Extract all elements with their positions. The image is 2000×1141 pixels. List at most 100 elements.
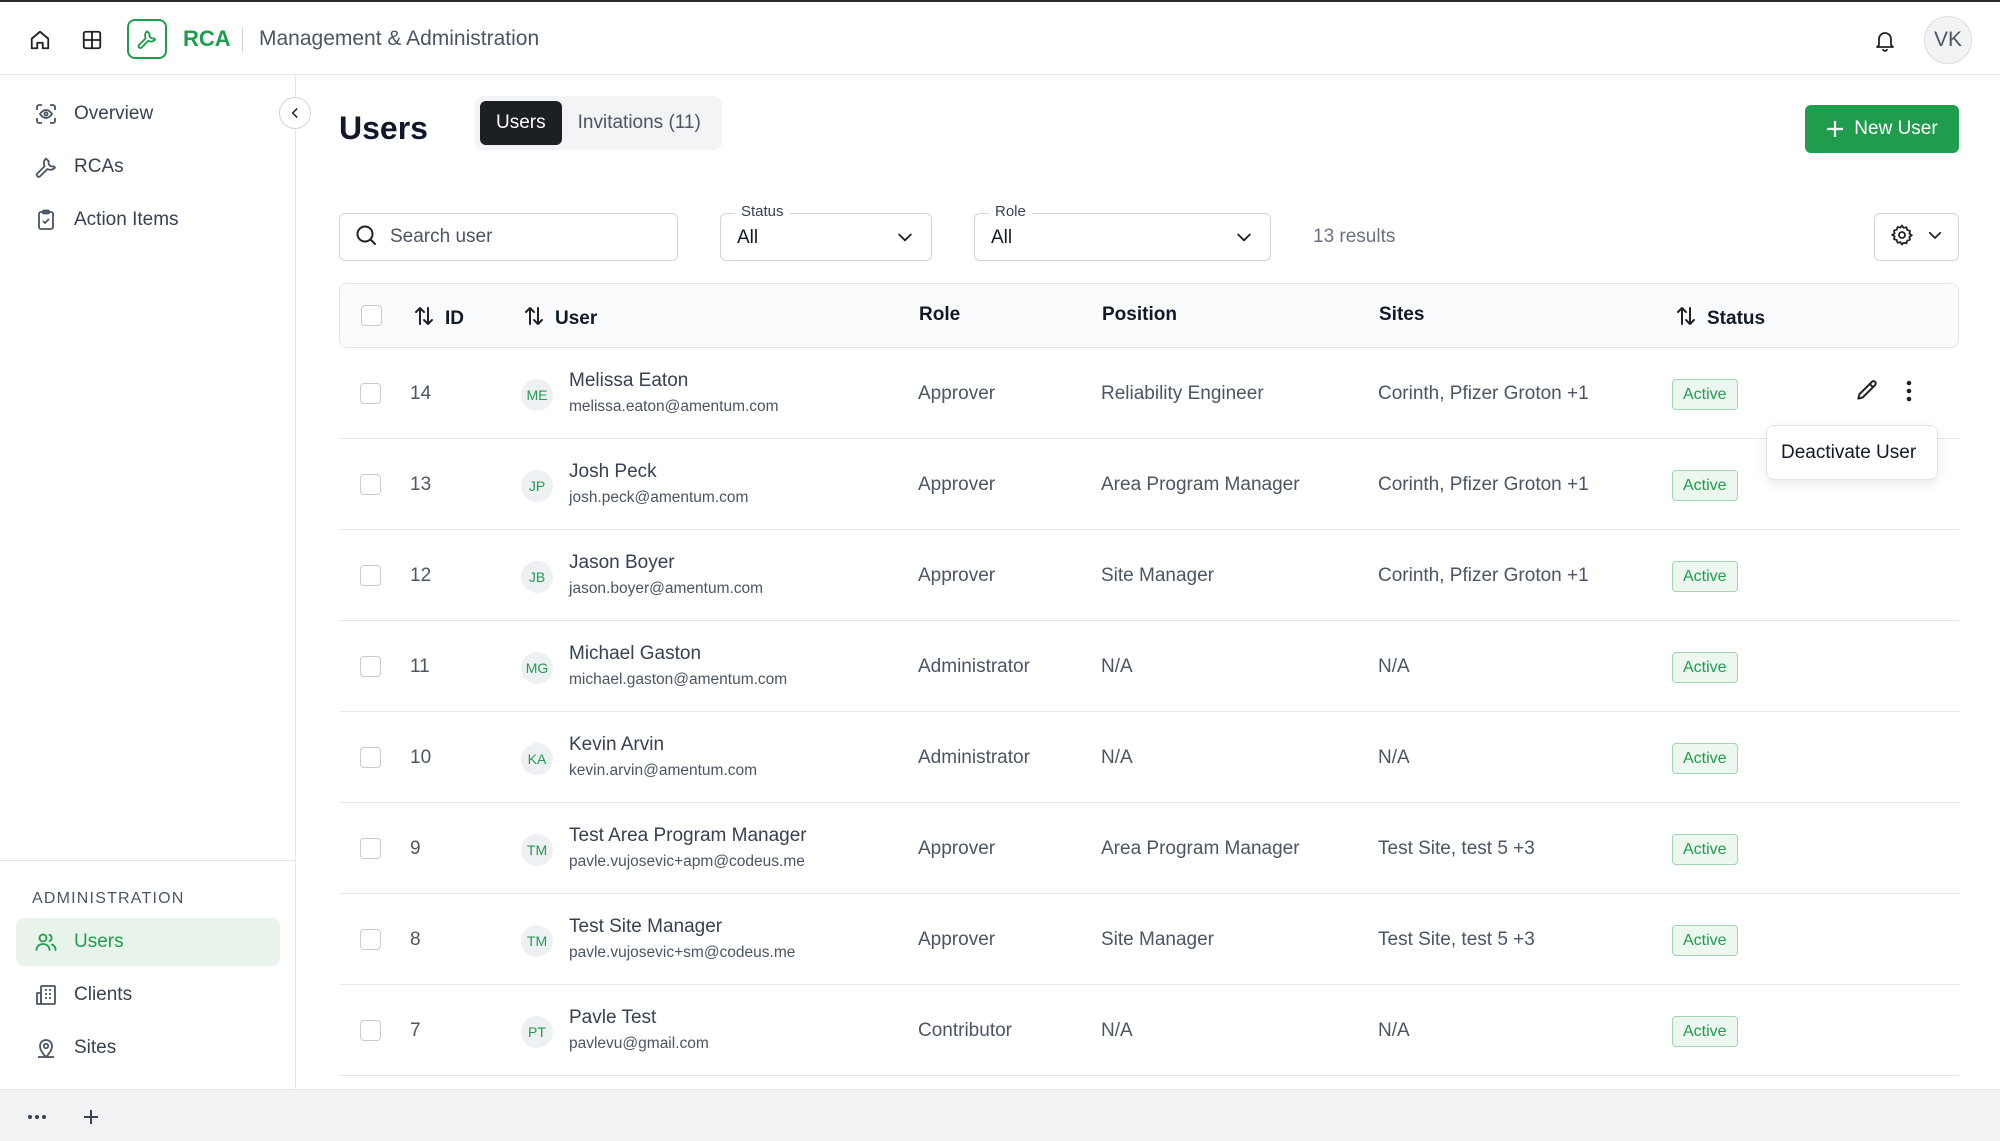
user-sites: Test Site, test 5 +3 [1378,838,1535,859]
chevron-down-icon [895,227,915,252]
role-filter-value: All [991,227,1013,248]
more-options-icon[interactable] [22,1102,52,1132]
row-checkbox[interactable] [360,474,381,495]
user-email: pavle.vujosevic+apm@codeus.me [569,853,805,870]
row-checkbox[interactable] [360,747,381,768]
building-icon [32,981,60,1009]
user-email: melissa.eaton@amentum.com [569,398,779,415]
search-input[interactable]: Search user [339,213,678,261]
avatar: JB [521,561,553,593]
table-row[interactable]: 14 ME Melissa Eaton melissa.eaton@amentu… [339,348,1959,439]
user-email: pavlevu@gmail.com [569,1035,709,1052]
row-actions [1854,378,1912,409]
user-name: Josh Peck [569,461,657,482]
sort-icon [1674,304,1698,334]
status-badge: Active [1672,470,1738,501]
user-position: Area Program Manager [1101,838,1300,859]
avatar: JP [521,470,553,502]
brand-divider [242,27,243,53]
avatar: PT [521,1016,553,1048]
table-row[interactable]: 7 PT Pavle Test pavlevu@gmail.com Contri… [339,985,1959,1076]
table-row[interactable]: 10 KA Kevin Arvin kevin.arvin@amentum.co… [339,712,1959,803]
row-checkbox[interactable] [360,929,381,950]
table-row[interactable]: 9 TM Test Area Program Manager pavle.vuj… [339,803,1959,894]
user-role: Administrator [918,656,1030,677]
more-vertical-icon[interactable] [1906,380,1912,407]
user-position: Area Program Manager [1101,474,1300,495]
user-name: Melissa Eaton [569,370,689,391]
row-checkbox[interactable] [360,565,381,586]
user-email: kevin.arvin@amentum.com [569,762,758,779]
row-checkbox[interactable] [360,838,381,859]
location-icon [32,1034,60,1062]
row-checkbox[interactable] [360,1020,381,1041]
user-name: Jason Boyer [569,552,675,573]
plus-icon [1826,115,1844,143]
avatar: ME [521,379,553,411]
select-all-checkbox[interactable] [361,305,382,326]
results-count: 13 results [1313,226,1396,247]
add-icon[interactable] [76,1102,106,1132]
sidebar-item-overview[interactable]: Overview [16,90,280,138]
bell-icon[interactable] [1869,24,1901,56]
sidebar-item-sites[interactable]: Sites [16,1024,280,1072]
deactivate-user-menu-item[interactable]: Deactivate User [1766,425,1938,480]
avatar: KA [521,743,553,775]
column-header-status[interactable]: Status [1674,304,1765,334]
sidebar-item-action-items[interactable]: Action Items [16,196,280,244]
user-avatar[interactable]: VK [1924,16,1972,64]
status-filter-label: Status [735,203,790,220]
column-header-id[interactable]: ID [412,304,464,334]
sidebar-item-clients[interactable]: Clients [16,971,280,1019]
home-icon[interactable] [24,24,56,56]
user-id: 8 [410,929,421,950]
user-position: N/A [1101,747,1133,768]
wrench-icon [137,30,157,49]
edit-pencil-icon[interactable] [1854,378,1880,409]
apps-grid-icon[interactable] [76,24,108,56]
status-badge: Active [1672,1016,1738,1047]
status-filter-select[interactable]: Status All [720,203,932,261]
row-checkbox[interactable] [360,383,381,404]
table-row[interactable]: 8 TM Test Site Manager pavle.vujosevic+s… [339,894,1959,985]
new-user-button[interactable]: New User [1805,105,1959,153]
table-row[interactable]: 12 JB Jason Boyer jason.boyer@amentum.co… [339,530,1959,621]
sidebar-item-users[interactable]: Users [16,918,280,966]
tab-bar: Users Invitations (11) [475,96,722,150]
user-sites: N/A [1378,656,1410,677]
column-header-user[interactable]: User [522,304,597,334]
sort-icon [522,304,546,334]
status-badge: Active [1672,379,1738,410]
user-email: pavle.vujosevic+sm@codeus.me [569,944,796,961]
chevron-down-icon [1926,226,1944,249]
user-role: Approver [918,474,996,495]
role-filter-select[interactable]: Role All [974,203,1271,261]
sidebar: Overview RCAs Action Items ADMINISTRATIO… [0,75,296,1089]
column-header-role: Role [919,304,961,325]
column-header-sites: Sites [1379,304,1425,325]
avatar: TM [521,834,553,866]
sidebar-item-label: Users [74,931,124,952]
table-row[interactable]: 11 MG Michael Gaston michael.gaston@amen… [339,621,1959,712]
table-row[interactable]: 13 JP Josh Peck josh.peck@amentum.com Ap… [339,439,1959,530]
status-badge: Active [1672,834,1738,865]
user-id: 10 [410,747,432,768]
table-settings-button[interactable] [1874,213,1959,261]
user-position: Site Manager [1101,929,1215,950]
row-checkbox[interactable] [360,656,381,677]
avatar: MG [521,652,553,684]
tab-invitations[interactable]: Invitations (11) [562,101,717,145]
tab-users[interactable]: Users [480,101,562,145]
collapse-sidebar-button[interactable] [279,97,311,129]
user-email: jason.boyer@amentum.com [569,580,764,597]
user-name: Kevin Arvin [569,734,665,755]
user-role: Approver [918,565,996,586]
sidebar-item-label: Overview [74,103,154,124]
brand-logo[interactable] [127,19,167,59]
user-id: 14 [410,383,432,404]
sidebar-item-rcas[interactable]: RCAs [16,143,280,191]
clipboard-icon [32,206,60,234]
user-name: Test Area Program Manager [569,825,807,846]
status-filter-value: All [737,227,759,248]
brand-name[interactable]: RCA [183,26,231,52]
